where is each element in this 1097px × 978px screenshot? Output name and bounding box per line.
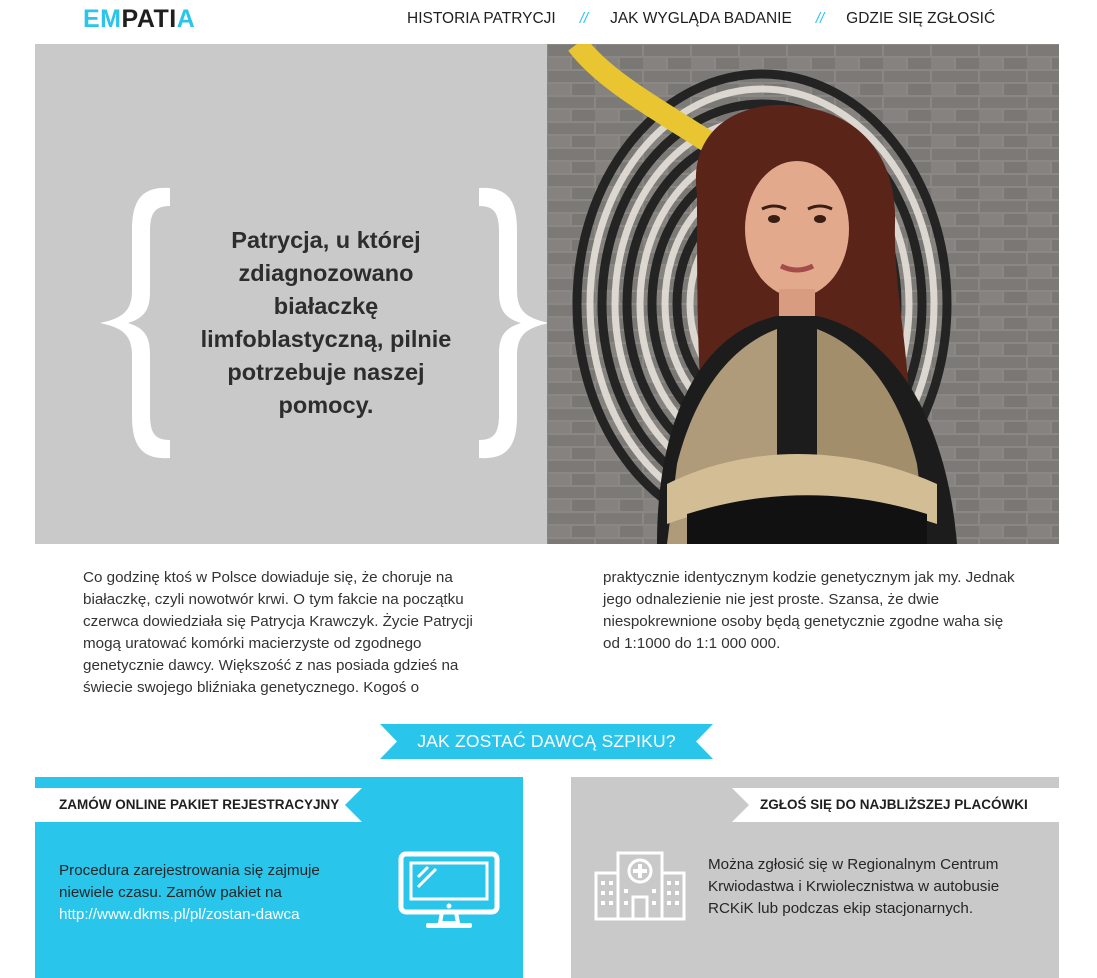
- ribbon-title[interactable]: JAK ZOSTAĆ DAWCĄ SZPIKU?: [380, 724, 713, 759]
- nav-separator: //: [579, 10, 589, 27]
- intro-text-column-2: praktycznie identycznym kodzie genetyczn…: [603, 569, 1015, 652]
- logo-part-pati: PATI: [121, 5, 177, 33]
- intro-text-column-1: Co godzinę ktoś w Polsce dowiaduje się, …: [83, 569, 473, 696]
- dkms-link[interactable]: http://www.dkms.pl/pl/zostan-dawca: [59, 904, 369, 926]
- nav-link-badanie[interactable]: JAK WYGLĄDA BADANIE: [610, 9, 792, 29]
- nav-link-zglosic[interactable]: GDZIE SIĘ ZGŁOSIĆ: [846, 9, 995, 29]
- card-title-nearest-place: ZGŁOŚ SIĘ DO NAJBLIŻSZEJ PLACÓWKI: [760, 797, 1028, 812]
- logo[interactable]: EMPATIA: [83, 6, 195, 32]
- left-brace-icon: [100, 187, 170, 459]
- nav-link-historia[interactable]: HISTORIA PATRYCJI: [407, 9, 556, 29]
- hero-quote-panel: Patrycja, u której zdiagnozowano białacz…: [35, 44, 549, 544]
- logo-part-a: A: [176, 5, 196, 33]
- hero-quote-text: Patrycja, u której zdiagnozowano białacz…: [200, 227, 452, 418]
- card-text-nearest-place: Można zgłosić się w Regionalnym Centrum …: [708, 856, 1000, 917]
- main-nav: HISTORIA PATRYCJI // JAK WYGLĄDA BADANIE…: [407, 9, 995, 29]
- card-order-online: ZAMÓW ONLINE PAKIET REJESTRACYJNY Proced…: [35, 777, 523, 978]
- card-nearest-place: ZGŁOŚ SIĘ DO NAJBLIŻSZEJ PLACÓWKI Można …: [571, 777, 1059, 978]
- nav-separator: //: [815, 10, 825, 27]
- logo-part-em: EM: [83, 5, 122, 33]
- portrait-photo: [547, 44, 1059, 544]
- card-description: Procedura zarejestrowania się zajmuje ni…: [59, 862, 320, 901]
- monitor-icon: [398, 851, 500, 928]
- card-title-order-online: ZAMÓW ONLINE PAKIET REJESTRACYJNY: [59, 797, 340, 812]
- card-text-order-online: Procedura zarejestrowania się zajmuje ni…: [59, 860, 369, 926]
- portrait-illustration: [547, 44, 1059, 544]
- right-brace-icon: [479, 187, 549, 459]
- hospital-icon: [594, 851, 686, 921]
